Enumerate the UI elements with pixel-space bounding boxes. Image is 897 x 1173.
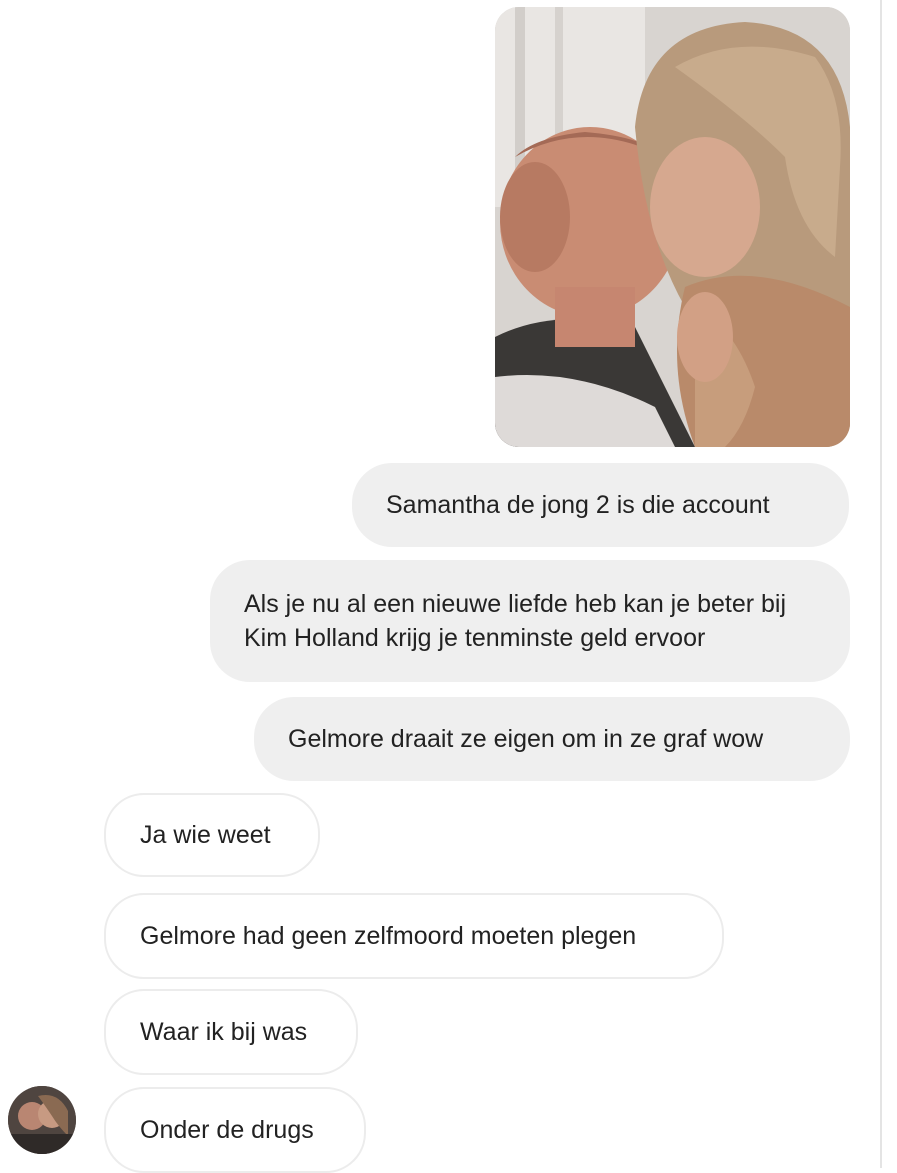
message-text: Als je nu al een nieuwe liefde heb kan j… <box>244 590 787 652</box>
message-text: Onder de drugs <box>140 1116 314 1144</box>
sent-message[interactable]: Samantha de jong 2 is die account <box>352 463 849 547</box>
message-text: Gelmore had geen zelfmoord moeten plegen <box>140 922 637 950</box>
sent-message[interactable]: Gelmore draait ze eigen om in ze graf wo… <box>254 697 850 781</box>
message-text: Waar ik bij was <box>140 1018 308 1046</box>
received-message[interactable]: Waar ik bij was <box>104 989 358 1075</box>
message-text: Samantha de jong 2 is die account <box>386 491 770 519</box>
received-message[interactable]: Onder de drugs <box>104 1087 366 1173</box>
message-text: Ja wie weet <box>140 821 271 849</box>
received-message[interactable]: Gelmore had geen zelfmoord moeten plegen <box>104 893 724 979</box>
message-text: Gelmore draait ze eigen om in ze graf wo… <box>288 725 764 753</box>
panel-divider <box>880 0 882 1168</box>
received-message[interactable]: Ja wie weet <box>104 793 320 877</box>
shared-photo-message[interactable] <box>495 7 850 447</box>
avatar[interactable] <box>8 1086 76 1154</box>
sent-message[interactable]: Als je nu al een nieuwe liefde heb kan j… <box>210 560 850 682</box>
avatar-image <box>8 1086 76 1154</box>
photo-image <box>495 7 850 447</box>
